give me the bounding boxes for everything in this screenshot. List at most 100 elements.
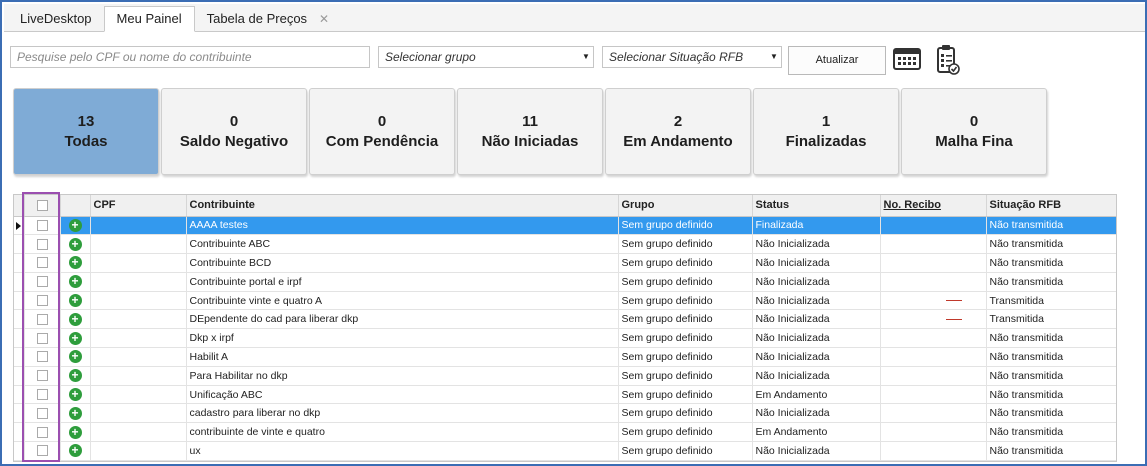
chevron-down-icon[interactable]: ▼ [581,50,591,64]
add-cell[interactable]: + [60,441,91,461]
tab-label: Meu Painel [116,11,182,26]
table-row[interactable]: + Dkp x irpf Sem grupo definido Não Inicial… [14,328,1116,349]
add-plus-icon[interactable]: + [68,237,82,251]
add-cell[interactable]: + [60,366,91,386]
table-row[interactable]: + contribuinte de vinte e quatro Sem grupo… [14,422,1116,443]
recibo-dash [945,319,962,321]
card-count: 1 [821,112,831,130]
table-row[interactable]: + Unificação ABC Sem grupo definido Em Anda… [14,385,1116,405]
cell-contribuinte: Contribuinte BCD [186,253,619,273]
table-row[interactable]: + Para Habilitar no dkp Sem grupo definido… [14,366,1116,386]
cell-cpf [90,441,187,461]
column-header-contribuinte[interactable]: Contribuinte [186,195,619,217]
cell-grupo: Sem grupo definido [618,441,753,461]
table-row[interactable]: + Contribuinte portal e irpf Sem grupo def… [14,272,1116,292]
cell-status: Não Inicializada [752,291,881,311]
chevron-down-icon[interactable]: ▼ [769,50,779,64]
add-cell[interactable]: + [60,216,91,236]
card-label: Malha Fina [935,132,1013,150]
card-nao-iniciadas[interactable]: 11 Não Iniciadas [457,88,603,175]
cell-grupo: Sem grupo definido [618,422,753,443]
cell-status: Não Inicializada [752,234,881,255]
add-cell[interactable]: + [60,291,91,311]
cell-status: Em Andamento [752,422,881,443]
cell-status: Não Inicializada [752,272,881,292]
tab-tabela-de-precos[interactable]: Tabela de Preços ✕ [195,7,342,31]
add-plus-icon[interactable]: + [68,256,82,270]
add-cell[interactable]: + [60,403,91,424]
clipboard-checklist-icon[interactable] [932,44,962,75]
cell-no-recibo [880,403,987,424]
tab-livedesktop[interactable]: LiveDesktop [8,7,104,31]
checkbox-column-highlight [22,192,60,462]
card-label: Não Iniciadas [481,132,579,150]
add-cell[interactable]: + [60,328,91,349]
status-cards: 13 Todas 0 Saldo Negativo 0 Com Pendência 1… [13,88,1047,175]
card-com-pendencia[interactable]: 0 Com Pendência [309,88,455,175]
table-row[interactable]: + cadastro para liberar no dkp Sem grupo d… [14,403,1116,424]
add-plus-icon[interactable]: + [68,294,82,308]
cell-cpf [90,328,187,349]
add-cell[interactable]: + [60,309,91,330]
add-cell[interactable]: + [60,422,91,443]
add-plus-icon[interactable]: + [68,331,82,345]
calendar-grid-icon[interactable] [892,44,922,74]
cell-status: Não Inicializada [752,403,881,424]
card-em-andamento[interactable]: 2 Em Andamento [605,88,751,175]
cell-grupo: Sem grupo definido [618,328,753,349]
add-plus-icon[interactable]: + [68,444,82,458]
add-cell[interactable]: + [60,347,91,367]
add-plus-icon[interactable]: + [68,350,82,364]
cell-no-recibo [880,234,987,255]
cell-no-recibo [880,366,987,386]
tab-label: Tabela de Preços [206,11,308,26]
table-row[interactable]: + DEpendente do cad para liberar dkp Sem g… [14,309,1116,330]
add-plus-icon[interactable]: + [68,406,82,420]
group-select[interactable]: Selecionar grupo ▼ [378,46,594,68]
cell-contribuinte: Habilit A [186,347,619,367]
status-rfb-select-value: Selecionar Situação RFB [609,50,744,64]
update-button[interactable]: Atualizar [788,46,886,75]
table-row[interactable]: + ux Sem grupo definido Não Inicializada Não… [14,441,1116,461]
table-row[interactable]: + Habilit A Sem grupo definido Não Iniciali… [14,347,1116,367]
add-cell[interactable]: + [60,234,91,255]
add-plus-icon[interactable]: + [68,369,82,383]
card-todas[interactable]: 13 Todas [13,88,159,175]
table-row[interactable]: + AAAA testes Sem grupo definido Finalizada… [14,216,1116,236]
table-row[interactable]: + Contribuinte BCD Sem grupo definido Não I… [14,253,1116,273]
table-row[interactable]: + Contribuinte ABC Sem grupo definido Não I… [14,234,1116,255]
column-header-grupo[interactable]: Grupo [618,195,753,217]
card-saldo-negativo[interactable]: 0 Saldo Negativo [161,88,307,175]
search-input[interactable] [10,46,370,68]
cell-situacao-rfb: Transmitida [986,291,1116,311]
cell-contribuinte: DEpendente do cad para liberar dkp [186,309,619,330]
cell-no-recibo [880,309,987,330]
add-plus-icon[interactable]: + [68,388,82,402]
add-cell[interactable]: + [60,253,91,273]
add-plus-icon[interactable]: + [68,218,82,232]
cell-contribuinte: AAAA testes [186,216,619,236]
column-header-no-recibo[interactable]: No. Recibo [880,195,987,217]
tab-meu-painel[interactable]: Meu Painel [103,6,195,32]
column-header-status[interactable]: Status [752,195,881,217]
table-row[interactable]: + Contribuinte vinte e quatro A Sem grupo … [14,291,1116,311]
add-cell[interactable]: + [60,272,91,292]
card-malha-fina[interactable]: 0 Malha Fina [901,88,1047,175]
add-cell[interactable]: + [60,385,91,405]
card-finalizadas[interactable]: 1 Finalizadas [753,88,899,175]
status-rfb-select[interactable]: Selecionar Situação RFB ▼ [602,46,782,68]
cell-contribuinte: Contribuinte vinte e quatro A [186,291,619,311]
column-header-situacao-rfb[interactable]: Situação RFB [986,195,1116,217]
column-header-cpf[interactable]: CPF [90,195,187,217]
add-plus-icon[interactable]: + [68,275,82,289]
cell-cpf [90,253,187,273]
card-count: 0 [229,112,239,130]
close-icon[interactable]: ✕ [319,7,329,31]
add-plus-icon[interactable]: + [68,425,82,439]
cell-no-recibo [880,347,987,367]
cell-contribuinte: Dkp x irpf [186,328,619,349]
card-label: Todas [64,132,108,150]
cell-cpf [90,366,187,386]
add-plus-icon[interactable]: + [68,312,82,326]
cell-situacao-rfb: Não transmitida [986,253,1116,273]
